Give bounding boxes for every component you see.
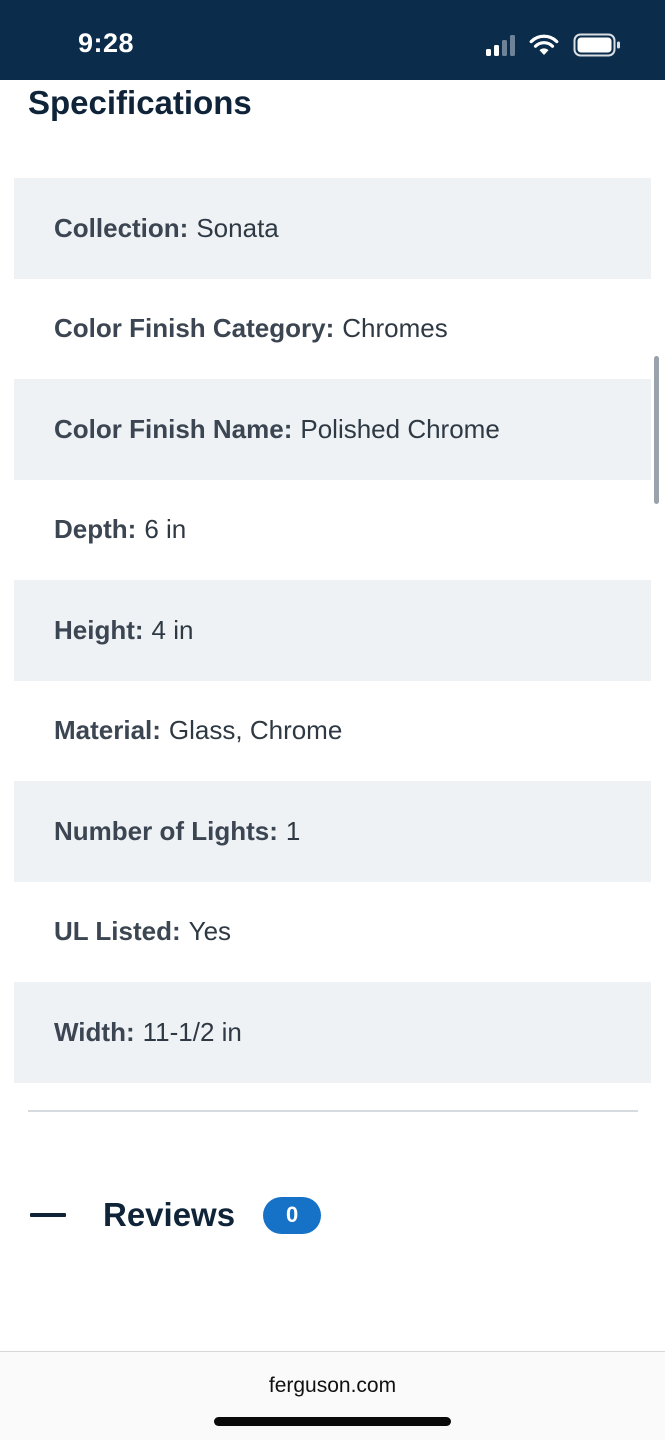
section-divider	[28, 1110, 638, 1112]
spec-value: Glass, Chrome	[168, 715, 343, 746]
cellular-signal-icon	[486, 34, 515, 56]
spec-value: Sonata	[196, 212, 279, 243]
wifi-icon	[529, 34, 559, 55]
spec-value: 11-1/2 in	[142, 1016, 242, 1047]
spec-label: Height:	[54, 614, 144, 645]
reviews-section-toggle[interactable]: Reviews 0	[30, 1190, 322, 1240]
spec-row-height: Height: 4 in	[14, 580, 651, 681]
spec-row-material: Material: Glass, Chrome	[14, 681, 651, 782]
spec-row-collection: Collection: Sonata	[14, 178, 651, 279]
scrollbar[interactable]	[654, 356, 659, 504]
reviews-count-badge: 0	[263, 1196, 322, 1234]
spec-label: Width:	[54, 1016, 135, 1047]
spec-label: Material:	[54, 715, 161, 746]
specifications-list: Collection: Sonata Color Finish Category…	[14, 178, 651, 1083]
browser-address-bar: ferguson.com	[0, 1351, 665, 1440]
spec-row-color-finish-name: Color Finish Name: Polished Chrome	[14, 379, 651, 480]
spec-row-ul-listed: UL Listed: Yes	[14, 882, 651, 983]
specifications-heading: Specifications	[28, 84, 252, 121]
spec-row-depth: Depth: 6 in	[14, 480, 651, 581]
status-bar: 9:28	[0, 0, 665, 80]
spec-label: UL Listed:	[54, 916, 181, 947]
spec-label: Color Finish Name:	[54, 413, 293, 444]
spec-value: Polished Chrome	[300, 413, 500, 444]
spec-value: 6 in	[144, 514, 187, 545]
spec-value: 4 in	[151, 614, 194, 645]
spec-value: Yes	[188, 916, 232, 947]
spec-row-color-finish-category: Color Finish Category: Chromes	[14, 279, 651, 380]
minus-icon[interactable]	[30, 1213, 66, 1217]
spec-label: Collection:	[54, 212, 189, 243]
spec-value: Chromes	[342, 313, 448, 344]
spec-label: Color Finish Category:	[54, 313, 335, 344]
spec-value: 1	[285, 815, 301, 846]
spec-row-width: Width: 11-1/2 in	[14, 982, 651, 1083]
spec-label: Number of Lights:	[54, 815, 278, 846]
spec-row-number-of-lights: Number of Lights: 1	[14, 781, 651, 882]
url-domain[interactable]: ferguson.com	[0, 1374, 665, 1398]
spec-label: Depth:	[54, 514, 137, 545]
reviews-heading[interactable]: Reviews	[103, 1196, 235, 1234]
battery-icon	[573, 33, 620, 57]
status-icons	[486, 32, 621, 58]
status-time: 9:28	[78, 28, 135, 58]
home-indicator[interactable]	[214, 1417, 451, 1426]
